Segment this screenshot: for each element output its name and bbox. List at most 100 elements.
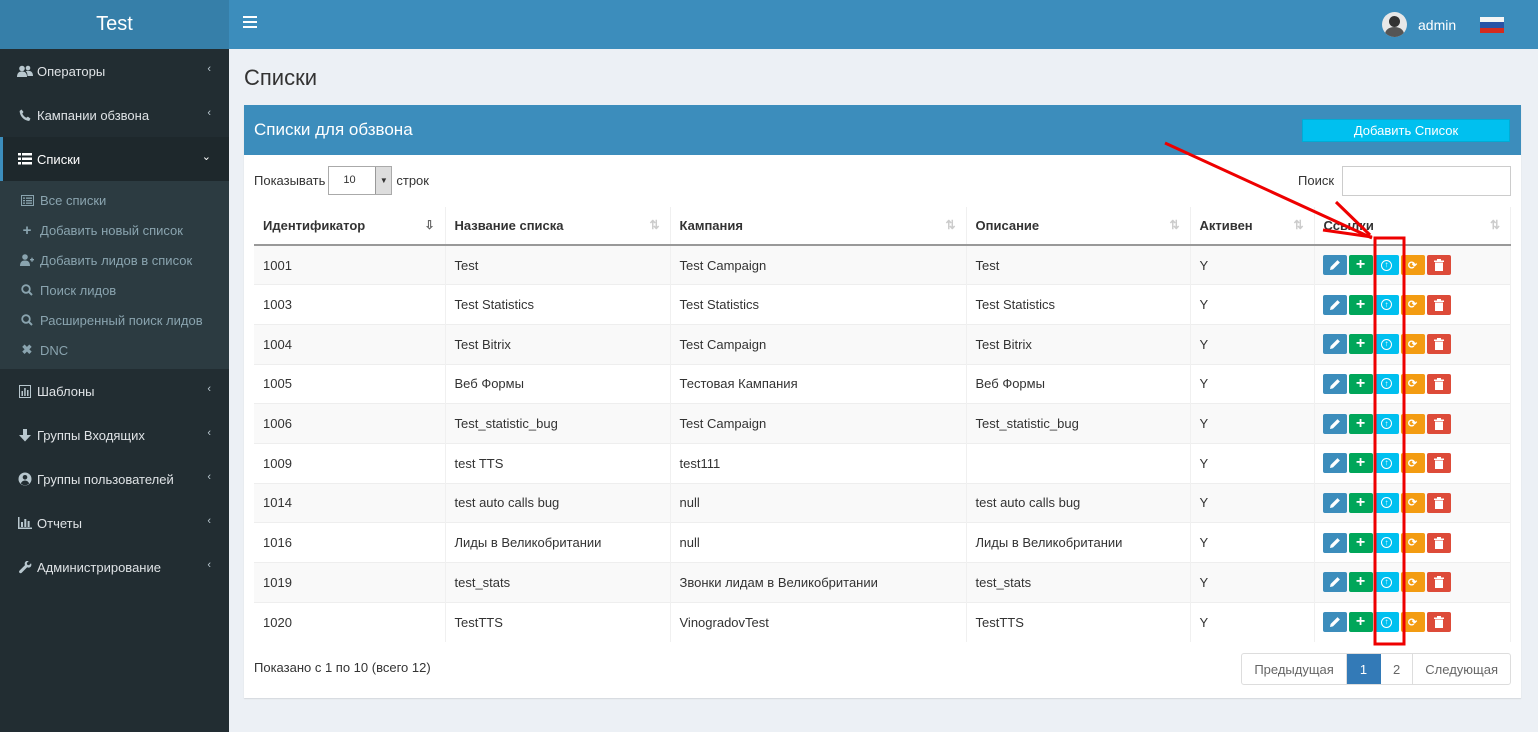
refresh-button[interactable]: ⟳ (1400, 413, 1425, 434)
add-leads-button[interactable]: + (1348, 373, 1373, 394)
next-page-button[interactable]: Следующая (1413, 654, 1510, 684)
sidebar-item-administration[interactable]: Администрирование ‹ (0, 545, 229, 589)
search-input[interactable] (1342, 166, 1511, 196)
refresh-button[interactable]: ⟳ (1400, 492, 1425, 513)
page-button-2[interactable]: 2 (1381, 654, 1414, 684)
add-list-button[interactable]: Добавить Список (1302, 119, 1510, 142)
upload-button[interactable]: ↑ (1374, 492, 1399, 513)
sidebar-item-lists[interactable]: Списки ⌄ (0, 137, 229, 181)
refresh-button[interactable]: ⟳ (1400, 572, 1425, 593)
add-leads-button[interactable]: + (1348, 255, 1373, 276)
submenu-dnc[interactable]: ✖ DNC (0, 335, 229, 365)
refresh-button[interactable]: ⟳ (1400, 294, 1425, 315)
cell-name: test_stats (445, 562, 671, 603)
sidebar-item-reports[interactable]: Отчеты ‹ (0, 501, 229, 545)
add-leads-button[interactable]: + (1348, 334, 1373, 355)
app-logo[interactable]: Test (0, 0, 229, 49)
edit-button[interactable] (1322, 492, 1347, 513)
sidebar-item-operators[interactable]: Операторы ‹ (0, 49, 229, 93)
cell-description: Test_statistic_bug (966, 403, 1191, 444)
upload-button[interactable]: ↑ (1374, 572, 1399, 593)
page-size-select[interactable]: 10 ▼ (328, 166, 393, 195)
upload-button[interactable]: ↑ (1374, 294, 1399, 315)
column-header-active[interactable]: Активен ⇅ (1190, 207, 1315, 246)
delete-button[interactable] (1426, 492, 1451, 513)
language-flag-icon[interactable] (1480, 17, 1504, 33)
sidebar-item-user-groups[interactable]: Группы пользователей ‹ (0, 457, 229, 501)
cell-campaign: VinogradovTest (670, 601, 967, 642)
column-header-description[interactable]: Описание ⇅ (966, 207, 1191, 246)
refresh-button[interactable]: ⟳ (1400, 612, 1425, 633)
upload-button[interactable]: ↑ (1374, 373, 1399, 394)
edit-button[interactable] (1322, 453, 1347, 474)
user-menu[interactable]: admin (1382, 12, 1456, 37)
column-header-links[interactable]: Ссылки ⇅ (1314, 207, 1511, 246)
upload-button[interactable]: ↑ (1374, 255, 1399, 276)
submenu-advanced-search[interactable]: Расширенный поиск лидов (0, 305, 229, 335)
add-leads-button[interactable]: + (1348, 294, 1373, 315)
submenu-add-leads[interactable]: Добавить лидов в список (0, 245, 229, 275)
upload-button[interactable]: ↑ (1374, 334, 1399, 355)
delete-button[interactable] (1426, 612, 1451, 633)
delete-button[interactable] (1426, 294, 1451, 315)
chevron-left-icon: ‹ (207, 471, 211, 483)
refresh-icon: ⟳ (1407, 537, 1418, 550)
table-row: 1019 test_stats Звонки лидам в Великобрита… (254, 562, 1511, 603)
refresh-button[interactable]: ⟳ (1400, 532, 1425, 553)
delete-button[interactable] (1426, 532, 1451, 553)
cell-id: 1020 (254, 601, 446, 642)
cell-actions: + ↑ ⟳ (1314, 323, 1511, 365)
column-header-id[interactable]: Идентификатор ⇩ (254, 207, 446, 246)
add-leads-button[interactable]: + (1348, 413, 1373, 434)
sidebar-item-inbound-groups[interactable]: Группы Входящих ‹ (0, 413, 229, 457)
delete-button[interactable] (1426, 453, 1451, 474)
edit-button[interactable] (1322, 255, 1347, 276)
upload-circle-icon: ↑ (1381, 259, 1392, 271)
delete-button[interactable] (1426, 255, 1451, 276)
edit-button[interactable] (1322, 373, 1347, 394)
edit-button[interactable] (1322, 294, 1347, 315)
column-header-campaign[interactable]: Кампания ⇅ (670, 207, 967, 246)
trash-icon (1433, 536, 1444, 549)
edit-button[interactable] (1322, 572, 1347, 593)
sidebar-item-templates[interactable]: Шаблоны ‹ (0, 369, 229, 413)
sidebar-item-campaigns[interactable]: Кампании обзвона ‹ (0, 93, 229, 137)
submenu-all-lists[interactable]: Все списки (0, 185, 229, 215)
edit-button[interactable] (1322, 612, 1347, 633)
cell-name: Test_statistic_bug (445, 403, 671, 444)
delete-button[interactable] (1426, 572, 1451, 593)
edit-button[interactable] (1322, 334, 1347, 355)
refresh-button[interactable]: ⟳ (1400, 373, 1425, 394)
trash-icon (1433, 616, 1444, 629)
add-leads-button[interactable]: + (1348, 492, 1373, 513)
edit-button[interactable] (1322, 413, 1347, 434)
trash-icon (1433, 377, 1444, 390)
column-header-name[interactable]: Название списка ⇅ (445, 207, 671, 246)
add-leads-button[interactable]: + (1348, 612, 1373, 633)
upload-button[interactable]: ↑ (1374, 453, 1399, 474)
trash-icon (1433, 298, 1444, 311)
add-leads-button[interactable]: + (1348, 572, 1373, 593)
page-button-1[interactable]: 1 (1346, 654, 1382, 684)
add-leads-button[interactable]: + (1348, 453, 1373, 474)
delete-button[interactable] (1426, 373, 1451, 394)
delete-button[interactable] (1426, 334, 1451, 355)
refresh-button[interactable]: ⟳ (1400, 453, 1425, 474)
refresh-button[interactable]: ⟳ (1400, 334, 1425, 355)
refresh-button[interactable]: ⟳ (1400, 255, 1425, 276)
upload-button[interactable]: ↑ (1374, 413, 1399, 434)
lists-box: Списки для обзвона Добавить Список Показ… (244, 105, 1521, 698)
submenu-add-list[interactable]: + Добавить новый список (0, 215, 229, 245)
trash-icon (1433, 417, 1444, 430)
add-leads-button[interactable]: + (1348, 532, 1373, 553)
edit-button[interactable] (1322, 532, 1347, 553)
upload-button[interactable]: ↑ (1374, 532, 1399, 553)
sidebar-submenu: Все списки + Добавить новый список Добав… (0, 181, 229, 369)
submenu-search-leads[interactable]: Поиск лидов (0, 275, 229, 305)
prev-page-button[interactable]: Предыдущая (1242, 654, 1347, 684)
cell-description: test auto calls bug (966, 482, 1191, 523)
delete-button[interactable] (1426, 413, 1451, 434)
upload-button[interactable]: ↑ (1374, 612, 1399, 633)
refresh-icon: ⟳ (1407, 418, 1418, 431)
menu-toggle-icon[interactable] (243, 16, 257, 28)
